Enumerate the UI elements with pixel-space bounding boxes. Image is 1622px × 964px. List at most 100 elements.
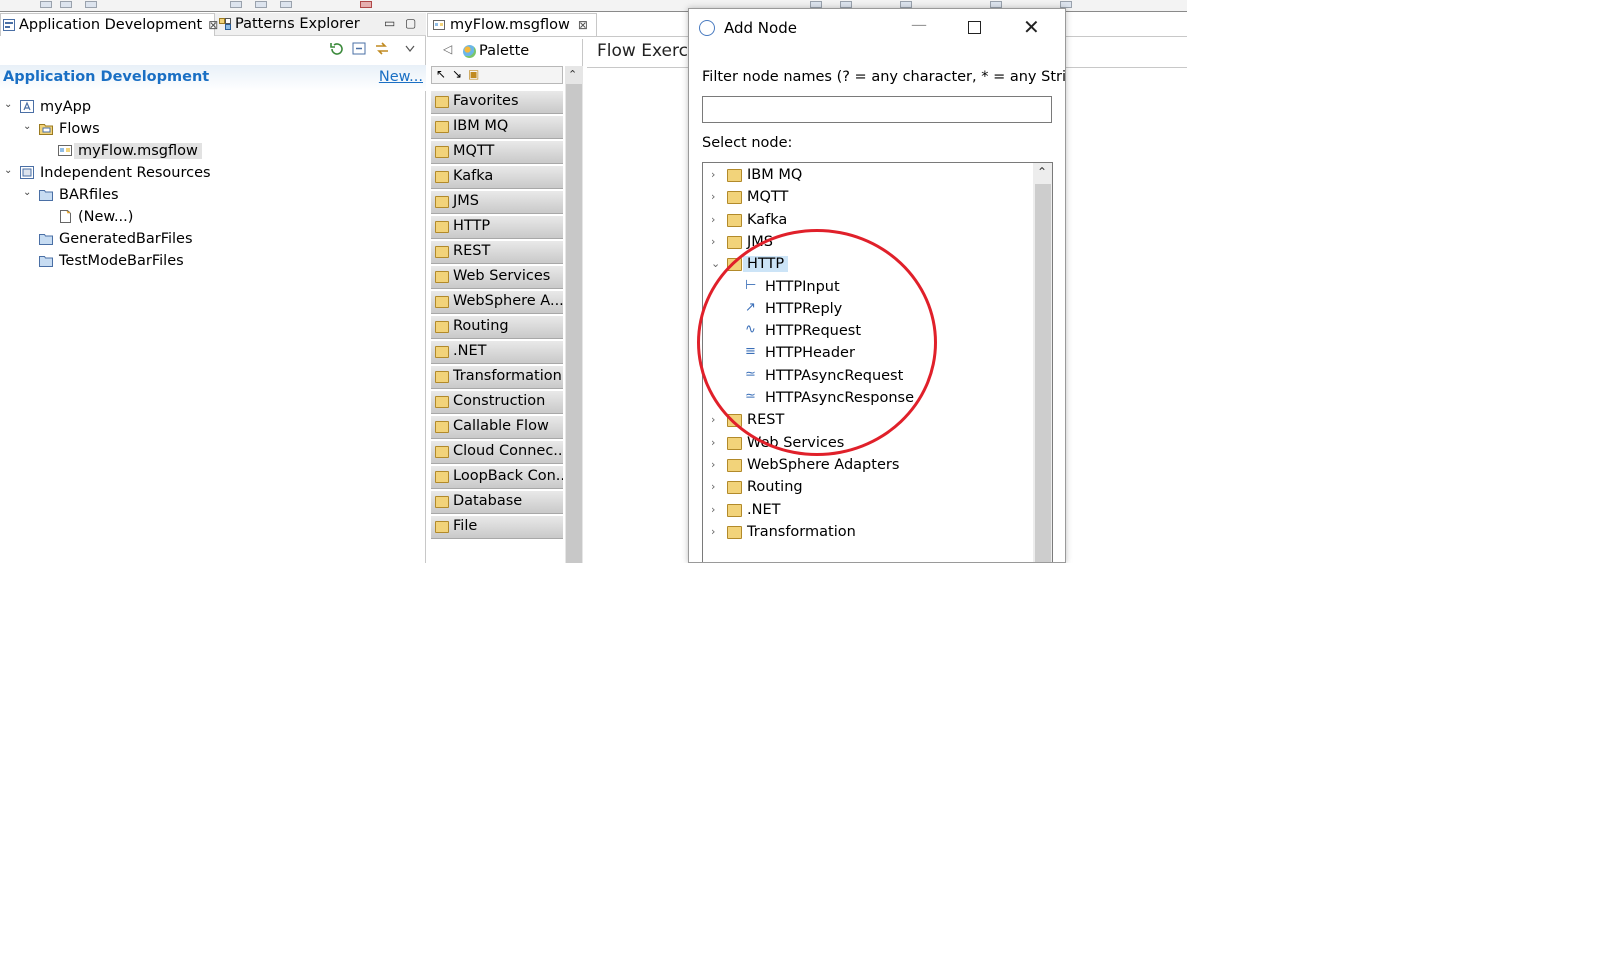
node-category[interactable]: › Web Services: [703, 433, 1033, 455]
scrollbar-thumb[interactable]: [1035, 184, 1051, 562]
drawer-folder-icon: [435, 271, 449, 283]
scrollbar-thumb[interactable]: [566, 84, 582, 563]
chevron-right-icon[interactable]: ›: [711, 458, 715, 471]
palette-drawer[interactable]: REST: [431, 241, 563, 264]
toolbar-icon[interactable]: [280, 1, 292, 8]
palette-drawer[interactable]: MQTT: [431, 141, 563, 164]
node-category[interactable]: › JMS: [703, 232, 1033, 254]
chevron-right-icon[interactable]: ›: [711, 413, 715, 426]
palette-drawer[interactable]: WebSphere A...: [431, 291, 563, 314]
node-label: HTTPRequest: [765, 323, 862, 340]
chevron-down-icon[interactable]: ⌄: [4, 165, 12, 176]
scroll-up-icon[interactable]: ⌃: [568, 68, 577, 81]
node-item[interactable]: ≃ HTTPAsyncRequest: [703, 366, 1033, 388]
scroll-up-icon[interactable]: ⌃: [1037, 165, 1047, 179]
toolbar-icon[interactable]: [255, 1, 267, 8]
view-menu-icon[interactable]: [403, 42, 417, 55]
palette-drawer[interactable]: Routing: [431, 316, 563, 339]
minimize-icon[interactable]: —: [911, 15, 927, 34]
collapse-palette-icon[interactable]: ◁: [443, 42, 452, 56]
toolbar-icon[interactable]: [990, 1, 1002, 8]
node-item[interactable]: ∿ HTTPRequest: [703, 321, 1033, 343]
tab-application-development[interactable]: Application Development ⊠: [0, 13, 218, 36]
chevron-right-icon[interactable]: ›: [711, 436, 715, 449]
chevron-right-icon[interactable]: ›: [711, 503, 715, 516]
palette-drawer[interactable]: Favorites: [431, 91, 563, 114]
node-item[interactable]: ↗ HTTPReply: [703, 299, 1033, 321]
node-category[interactable]: › MQTT: [703, 187, 1033, 209]
tab-myflow-msgflow[interactable]: myFlow.msgflow ⊠: [427, 13, 597, 36]
palette-drawer[interactable]: Cloud Connec...: [431, 441, 563, 464]
toolbar-icon[interactable]: [900, 1, 912, 8]
palette-drawer[interactable]: Construction: [431, 391, 563, 414]
palette-header[interactable]: ◁ Palette: [431, 39, 583, 63]
node-item[interactable]: ≃ HTTPAsyncResponse: [703, 388, 1033, 410]
palette-drawer[interactable]: Transformation: [431, 366, 563, 389]
palette-drawer[interactable]: IBM MQ: [431, 116, 563, 139]
palette-drawer[interactable]: .NET: [431, 341, 563, 364]
category-folder-icon: [727, 436, 742, 450]
chevron-right-icon[interactable]: ›: [711, 168, 715, 181]
palette-drawer[interactable]: Callable Flow: [431, 416, 563, 439]
toolbar-icon[interactable]: [85, 1, 97, 8]
chevron-right-icon[interactable]: ›: [711, 235, 715, 248]
chevron-right-icon[interactable]: ›: [711, 525, 715, 538]
minimize-icon[interactable]: ▭: [384, 16, 395, 30]
folder-icon: [39, 190, 53, 201]
toolbar-icon[interactable]: [60, 1, 72, 8]
chevron-down-icon[interactable]: ⌄: [711, 257, 720, 270]
toolbar-icon[interactable]: [40, 1, 52, 8]
node-category[interactable]: › WebSphere Adapters: [703, 455, 1033, 477]
palette-drawer[interactable]: LoopBack Con...: [431, 466, 563, 489]
node-label: MQTT: [747, 189, 789, 206]
node-category[interactable]: ⌄ HTTP: [703, 254, 1033, 276]
palette-drawer[interactable]: Web Services: [431, 266, 563, 289]
tab-patterns-explorer[interactable]: Patterns Explorer: [217, 13, 360, 36]
palette-scrollbar[interactable]: ⌃: [565, 66, 583, 563]
chevron-right-icon[interactable]: ›: [711, 480, 715, 493]
node-category[interactable]: › Routing: [703, 477, 1033, 499]
palette-drawer[interactable]: File: [431, 516, 563, 539]
node-type-icon: ↗: [745, 299, 756, 315]
close-icon[interactable]: ✕: [1023, 15, 1040, 39]
chevron-down-icon[interactable]: ⌄: [4, 99, 12, 110]
node-item[interactable]: ≡ HTTPHeader: [703, 343, 1033, 365]
drawer-label: Favorites: [453, 93, 519, 109]
refresh-icon[interactable]: [330, 42, 344, 55]
palette-drawer[interactable]: Database: [431, 491, 563, 514]
new-link[interactable]: New...: [379, 69, 423, 85]
maximize-icon[interactable]: ▢: [405, 16, 416, 30]
tree-item-label: GeneratedBarFiles: [59, 231, 193, 247]
drawer-folder-icon: [435, 321, 449, 333]
chevron-right-icon[interactable]: ›: [711, 213, 715, 226]
close-icon[interactable]: ⊠: [578, 18, 588, 32]
node-category[interactable]: › .NET: [703, 500, 1033, 522]
node-category[interactable]: › Kafka: [703, 210, 1033, 232]
node-category[interactable]: › REST: [703, 410, 1033, 432]
toolbar-icon[interactable]: [230, 1, 242, 8]
chevron-right-icon[interactable]: ›: [711, 190, 715, 203]
drawer-label: .NET: [453, 343, 487, 359]
node-category[interactable]: › Transformation: [703, 522, 1033, 544]
collapse-all-icon[interactable]: [352, 42, 366, 55]
palette-drawer[interactable]: JMS: [431, 191, 563, 214]
chevron-down-icon[interactable]: ⌄: [23, 121, 31, 132]
node-tree-scrollbar[interactable]: ⌃: [1033, 163, 1052, 562]
toolbar-icon[interactable]: [840, 1, 852, 8]
toolbar-icon[interactable]: [810, 1, 822, 8]
toolbar-icon[interactable]: [360, 1, 372, 8]
link-with-editor-icon[interactable]: [375, 42, 389, 55]
filter-input[interactable]: [702, 96, 1052, 123]
select-tool-icon[interactable]: ↖: [436, 67, 446, 81]
note-tool-icon[interactable]: ▣: [468, 67, 479, 81]
connection-tool-icon[interactable]: ↘: [452, 67, 462, 81]
palette-drawer[interactable]: Kafka: [431, 166, 563, 189]
maximize-icon[interactable]: [968, 21, 981, 34]
palette-label: Palette: [479, 43, 530, 59]
chevron-down-icon[interactable]: ⌄: [23, 187, 31, 198]
palette-drawer[interactable]: HTTP: [431, 216, 563, 239]
toolbar-icon[interactable]: [1060, 1, 1072, 8]
node-item[interactable]: ⊢ HTTPInput: [703, 277, 1033, 299]
drawer-folder-icon: [435, 521, 449, 533]
node-category[interactable]: › IBM MQ: [703, 165, 1033, 187]
